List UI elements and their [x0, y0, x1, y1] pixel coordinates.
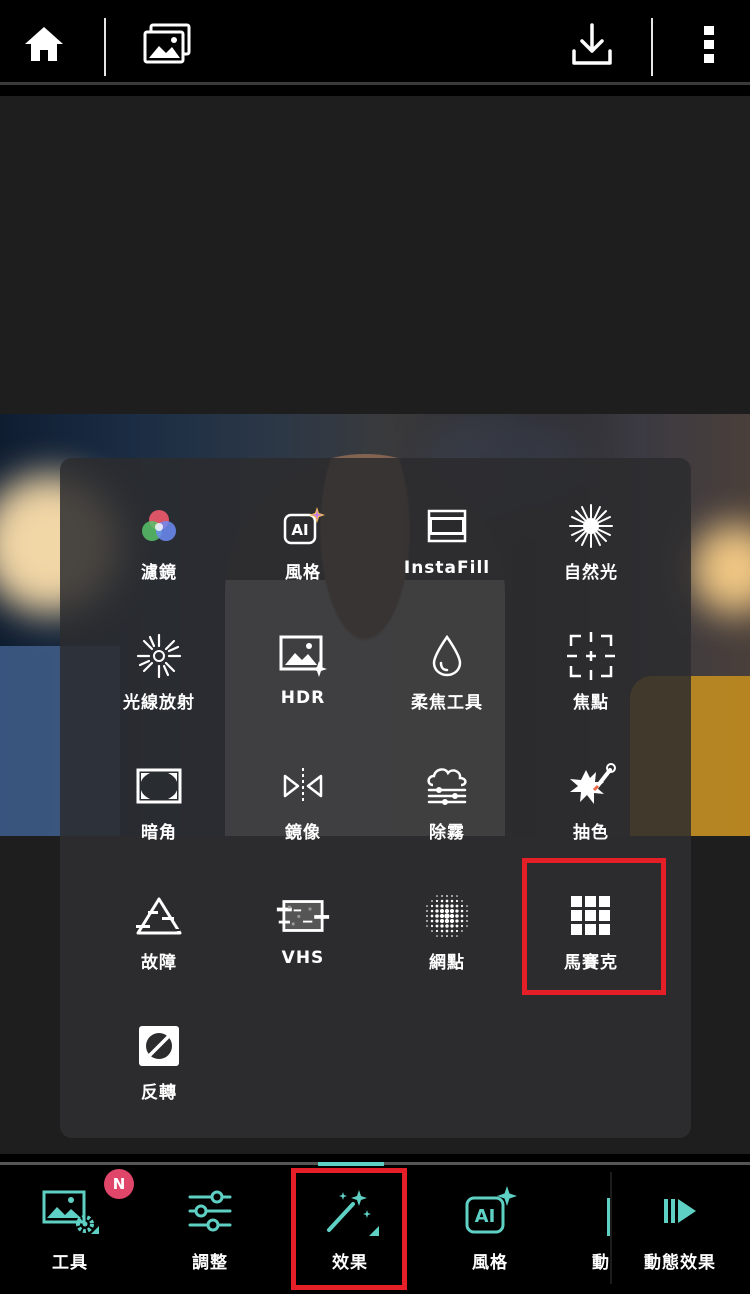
- nav-ai-style[interactable]: AI 風格: [430, 1184, 550, 1284]
- svg-text:AI: AI: [291, 521, 308, 539]
- tool-label: 網點: [429, 953, 465, 973]
- natural-light-icon: [563, 498, 619, 554]
- home-icon[interactable]: [20, 20, 68, 68]
- tool-label: HDR: [280, 688, 326, 708]
- mosaic-highlight-box: [522, 858, 666, 995]
- tool-halftone[interactable]: 網點: [372, 888, 522, 988]
- effects-tab-highlight-box: [291, 1168, 407, 1290]
- nav-motion-effects[interactable]: 動態效果: [620, 1184, 740, 1284]
- toolbar-divider: [104, 18, 106, 76]
- tool-mirror[interactable]: 鏡像: [228, 758, 378, 858]
- nav-label: 工具: [52, 1253, 88, 1273]
- mirror-icon: [275, 758, 331, 814]
- tool-natural-light[interactable]: 自然光: [516, 498, 666, 598]
- toolbar-divider: [651, 18, 653, 76]
- motion-effects-icon: [650, 1184, 710, 1238]
- vhs-icon: [275, 888, 331, 944]
- new-badge: N: [104, 1169, 134, 1199]
- tool-soft-focus[interactable]: 柔焦工具: [372, 628, 522, 728]
- light-rays-icon: [131, 628, 187, 684]
- tool-ai-style[interactable]: AI 風格: [228, 498, 378, 598]
- top-toolbar: [0, 0, 750, 85]
- tool-label: 暗角: [141, 823, 177, 843]
- tool-glitch[interactable]: 故障: [84, 888, 234, 988]
- filter-icon: [131, 498, 187, 554]
- gallery-icon[interactable]: [140, 20, 194, 68]
- tool-vignette[interactable]: 暗角: [84, 758, 234, 858]
- dehaze-icon: [419, 758, 475, 814]
- glitch-icon: [131, 888, 187, 944]
- adjust-icon: [180, 1184, 240, 1238]
- color-splash-icon: [563, 758, 619, 814]
- tool-dehaze[interactable]: 除霧: [372, 758, 522, 858]
- tool-instafill[interactable]: InstaFill: [372, 498, 522, 598]
- tools-icon: [40, 1184, 100, 1238]
- tool-label: 自然光: [564, 563, 618, 583]
- tool-hdr[interactable]: HDR: [228, 628, 378, 728]
- tool-label: 風格: [285, 563, 321, 583]
- hdr-icon: [275, 628, 331, 684]
- toolbar-bottom-border: [0, 82, 750, 85]
- nav-label: 動: [592, 1253, 609, 1273]
- download-icon[interactable]: [568, 20, 616, 68]
- tool-label: 故障: [141, 953, 177, 973]
- soft-focus-icon: [419, 628, 475, 684]
- tool-label: 抽色: [573, 823, 609, 843]
- ai-style-icon: AI: [460, 1184, 520, 1238]
- tool-label: VHS: [281, 948, 325, 968]
- instafill-icon: [419, 498, 475, 554]
- tool-label: 柔焦工具: [411, 693, 483, 713]
- vignette-icon: [131, 758, 187, 814]
- more-vertical-icon[interactable]: [685, 20, 733, 68]
- tool-label: 焦點: [573, 693, 609, 713]
- tool-filter[interactable]: 濾鏡: [84, 498, 234, 598]
- tool-label: 濾鏡: [141, 563, 177, 583]
- nav-adjust[interactable]: 調整: [150, 1184, 270, 1284]
- tool-label: InstaFill: [403, 558, 491, 578]
- focus-icon: [563, 628, 619, 684]
- tool-label: 光線放射: [123, 693, 195, 713]
- nav-divider: [610, 1172, 612, 1284]
- tool-label: 除霧: [429, 823, 465, 843]
- ai-style-icon: AI: [275, 498, 331, 554]
- tool-vhs[interactable]: VHS: [228, 888, 378, 988]
- halftone-icon: [419, 888, 475, 944]
- tool-label: 反轉: [141, 1083, 177, 1103]
- tool-focus[interactable]: 焦點: [516, 628, 666, 728]
- nav-label: 風格: [472, 1253, 508, 1273]
- tool-color-splash[interactable]: 抽色: [516, 758, 666, 858]
- nav-tools[interactable]: 工具: [10, 1184, 130, 1284]
- nav-label: 調整: [192, 1253, 228, 1273]
- svg-text:AI: AI: [475, 1206, 496, 1227]
- active-tab-indicator: [318, 1162, 384, 1166]
- invert-icon: [131, 1018, 187, 1074]
- tool-light-rays[interactable]: 光線放射: [84, 628, 234, 728]
- tool-invert[interactable]: 反轉: [84, 1018, 234, 1118]
- tool-label: 鏡像: [285, 823, 321, 843]
- nav-label: 動態效果: [644, 1253, 716, 1273]
